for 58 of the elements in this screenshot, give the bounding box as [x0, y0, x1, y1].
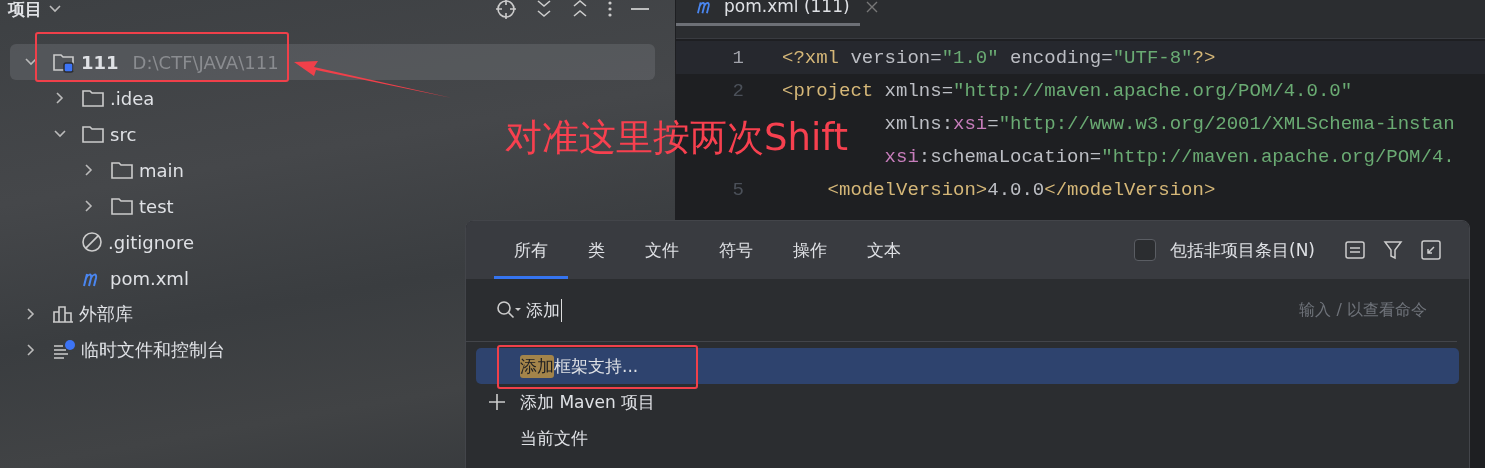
result-item[interactable]: 当前文件 [476, 420, 1459, 456]
code-line: <project xmlns="http://maven.apache.org/POM/4.0.0" [782, 79, 1353, 102]
tree-item-label[interactable]: main [139, 159, 184, 181]
tree-item-label[interactable]: 临时文件和控制台 [81, 338, 225, 362]
tree-row[interactable]: .idea [10, 80, 161, 116]
tree-row[interactable]: 外部库 [10, 296, 139, 332]
tree-item-label[interactable]: .idea [110, 87, 155, 109]
search-icon[interactable] [496, 300, 522, 320]
plus-icon [488, 393, 506, 411]
close-icon[interactable] [865, 1, 878, 13]
scratch-list-icon [52, 339, 76, 361]
code-line: xsi:schemaLocation="http://maven.apache.org/POM/4. [883, 145, 1455, 168]
tree-item-label[interactable]: 外部库 [79, 302, 133, 326]
search-tab[interactable]: 文本 [847, 221, 921, 279]
tree-item-label[interactable]: src [110, 123, 137, 145]
tree-row[interactable]: 临时文件和控制台 [10, 332, 231, 368]
tree-row[interactable]: pom.xml [10, 260, 195, 296]
annotation-text: 对准这里按两次Shift [505, 115, 849, 161]
search-tab[interactable]: 操作 [773, 221, 847, 279]
more-icon[interactable] [607, 0, 613, 18]
chevron-down-icon[interactable] [48, 4, 62, 14]
search-tab[interactable]: 类 [568, 221, 625, 279]
search-tab[interactable]: 所有 [494, 221, 568, 279]
tree-item-label[interactable]: .gitignore [108, 231, 195, 253]
checkbox-label[interactable]: 包括非项目条目(N) [1170, 238, 1315, 262]
library-icon [52, 304, 74, 324]
preview-icon[interactable] [1345, 241, 1365, 259]
code-line: xmlns:xsi="http://www.w3.org/2001/XMLSchema-instan [883, 112, 1455, 135]
no-entry-icon [81, 231, 103, 253]
tree-row[interactable]: main [10, 152, 190, 188]
result-item[interactable]: 添加 Maven 项目 [476, 384, 1459, 420]
tree-row[interactable]: test [10, 188, 180, 224]
folder-icon [110, 160, 134, 180]
code-line: <?xml version="1.0" encoding="UTF-8"?> [782, 46, 1216, 69]
folder-icon [81, 124, 105, 144]
result-item[interactable]: 添加框架支持... [476, 348, 1459, 384]
code-line: <modelVersion>4.0.0</modelVersion> [826, 178, 1216, 201]
folder-icon [110, 196, 134, 216]
tree-row[interactable]: .gitignore [10, 224, 201, 260]
tree-item-label[interactable]: pom.xml [110, 267, 189, 289]
dock-icon[interactable] [1421, 240, 1441, 260]
search-hint: 输入 / 以查看命令 [1299, 299, 1427, 321]
line-number: 1 [732, 46, 744, 69]
tree-item-label[interactable]: test [139, 195, 174, 217]
filter-icon[interactable] [1383, 240, 1403, 260]
search-field[interactable]: 添加 [526, 298, 562, 322]
minimize-icon[interactable] [631, 7, 649, 11]
search-tab[interactable]: 符号 [699, 221, 773, 279]
checkbox[interactable] [1134, 239, 1156, 261]
tree-row[interactable]: src [10, 116, 143, 152]
folder-icon [81, 88, 105, 108]
crosshair-icon[interactable] [495, 0, 517, 20]
search-tab[interactable]: 文件 [625, 221, 699, 279]
module-folder-icon [52, 51, 76, 73]
collapse-all-icon[interactable] [571, 0, 589, 20]
panel-title[interactable]: 项目 [8, 0, 42, 21]
tree-item-label[interactable]: 111 [81, 51, 119, 73]
expand-all-icon[interactable] [535, 0, 553, 20]
